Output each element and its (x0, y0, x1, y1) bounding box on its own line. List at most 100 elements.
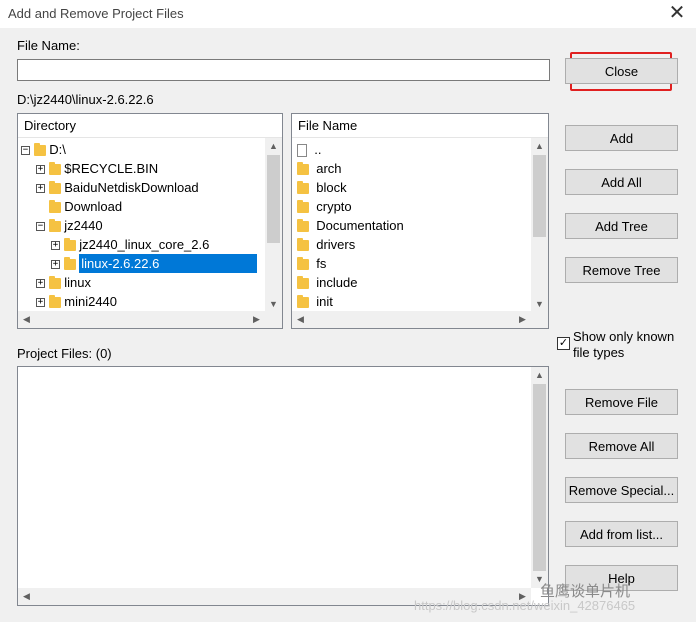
folder-icon (297, 238, 309, 252)
file-list-item-label: Documentation (316, 218, 404, 233)
scroll-left-icon[interactable]: ◀ (292, 311, 309, 328)
folder-icon (48, 219, 61, 233)
project-files-label: Project Files: (0) (17, 346, 112, 361)
directory-item-label: $RECYCLE.BIN (64, 161, 159, 176)
file-list-item-label: drivers (316, 237, 356, 252)
files-hscroll[interactable]: ◀ ▶ (292, 311, 548, 328)
scroll-right-icon[interactable]: ▶ (514, 311, 531, 328)
directory-item-label: linux (64, 275, 91, 290)
expand-icon[interactable]: + (36, 298, 45, 308)
files-vscroll[interactable]: ▲ ▼ (531, 138, 548, 313)
scroll-right-icon[interactable]: ▶ (248, 311, 265, 328)
folder-icon (297, 295, 309, 309)
scroll-up-icon[interactable]: ▲ (531, 138, 548, 155)
file-name-header[interactable]: File Name (292, 114, 548, 138)
folder-icon (297, 181, 309, 195)
directory-item-label: mini2440 (64, 294, 118, 309)
file-list-item[interactable]: Documentation (297, 216, 404, 235)
file-list-item[interactable]: arch (297, 159, 342, 178)
directory-item-label: jz2440 (64, 218, 103, 233)
scroll-thumb[interactable] (533, 384, 546, 571)
file-name-label: File Name: (17, 38, 80, 53)
show-known-checkbox[interactable]: ✓ (557, 337, 570, 350)
add-button[interactable]: Add (565, 125, 678, 151)
collapse-icon[interactable]: − (21, 146, 30, 156)
remove-file-button[interactable]: Remove File (565, 389, 678, 415)
directory-item-label: jz2440_linux_core_2.6 (79, 237, 210, 252)
project-files-vscroll[interactable]: ▲ ▼ (531, 367, 548, 588)
file-list-item[interactable]: drivers (297, 235, 355, 254)
file-list-item[interactable]: .. (297, 140, 321, 159)
folder-icon (297, 200, 309, 214)
file-list-item-label: fs (316, 256, 327, 271)
expand-icon[interactable]: + (36, 184, 45, 194)
remove-all-button[interactable]: Remove All (565, 433, 678, 459)
directory-item[interactable]: − D:\ (21, 140, 66, 159)
expand-icon[interactable]: + (36, 165, 45, 175)
directory-item-label: Download (64, 199, 123, 214)
window-title: Add and Remove Project Files (8, 6, 184, 21)
folder-icon (48, 162, 61, 176)
scroll-left-icon[interactable]: ◀ (18, 311, 35, 328)
directory-header[interactable]: Directory (18, 114, 282, 138)
remove-tree-button[interactable]: Remove Tree (565, 257, 678, 283)
collapse-icon[interactable]: − (36, 222, 45, 232)
file-list-item-label: include (316, 275, 358, 290)
scroll-thumb[interactable] (267, 155, 280, 243)
remove-special-button[interactable]: Remove Special... (565, 477, 678, 503)
file-list-item[interactable]: include (297, 273, 357, 292)
file-list-item-label: crypto (316, 199, 352, 214)
scroll-left-icon[interactable]: ◀ (18, 588, 35, 605)
project-files-list[interactable]: ▲ ▼ ◀ ▶ (17, 366, 549, 606)
directory-item[interactable]: − jz2440 (36, 216, 103, 235)
folder-icon (63, 238, 76, 252)
url-watermark: https://blog.csdn.net/weixin_42876465 (414, 598, 636, 613)
file-list-item[interactable]: block (297, 178, 347, 197)
file-list-item[interactable]: crypto (297, 197, 352, 216)
directory-item[interactable]: + linux (36, 273, 91, 292)
directory-item[interactable]: Download (36, 197, 122, 216)
show-known-label-line1: Show only known (573, 329, 675, 344)
file-name-input[interactable] (17, 59, 550, 81)
add-all-button[interactable]: Add All (565, 169, 678, 195)
folder-icon (33, 143, 46, 157)
file-list-item[interactable]: fs (297, 254, 326, 273)
directory-item[interactable]: + linux-2.6.22.6 (51, 254, 258, 273)
directory-tree[interactable]: Directory − D:\ + $RECYCLE.BIN + BaiduNetd… (17, 113, 283, 329)
file-list-item-label: block (316, 180, 347, 195)
directory-item[interactable]: + BaiduNetdiskDownload (36, 178, 199, 197)
directory-item-label: linux-2.6.22.6 (79, 254, 258, 273)
scroll-thumb[interactable] (533, 155, 546, 237)
folder-icon (297, 276, 309, 290)
folder-icon (48, 200, 61, 214)
directory-header-label: Directory (24, 118, 77, 133)
expand-icon[interactable]: + (51, 260, 60, 270)
directory-hscroll[interactable]: ◀ ▶ (18, 311, 282, 328)
file-list-item[interactable]: init (297, 292, 333, 311)
show-known-label-line2: file types (573, 345, 625, 360)
show-known-label[interactable]: Show only known file types (573, 329, 674, 361)
file-list[interactable]: File Name .. arch block crypto Documenta… (291, 113, 549, 329)
add-tree-button[interactable]: Add Tree (565, 213, 678, 239)
directory-item-label: D:\ (49, 142, 66, 157)
directory-item[interactable]: + jz2440_linux_core_2.6 (51, 235, 209, 254)
close-icon[interactable]: ✕ (664, 2, 690, 24)
expand-icon[interactable]: + (51, 241, 60, 251)
add-from-list-button[interactable]: Add from list... (565, 521, 678, 547)
close-button[interactable]: Close (565, 58, 678, 84)
directory-vscroll[interactable]: ▲ ▼ (265, 138, 282, 313)
folder-icon (48, 295, 61, 309)
directory-item[interactable]: + mini2440 (36, 292, 117, 311)
folder-icon (63, 257, 76, 271)
file-list-item-label: arch (316, 161, 342, 176)
scroll-up-icon[interactable]: ▲ (531, 367, 548, 384)
expand-icon[interactable]: + (36, 279, 45, 289)
folder-icon (297, 162, 309, 176)
folder-icon (297, 219, 309, 233)
folder-icon (297, 257, 309, 271)
current-path: D:\jz2440\linux-2.6.22.6 (17, 92, 154, 107)
file-name-header-label: File Name (298, 118, 358, 133)
folder-icon (48, 276, 61, 290)
directory-item[interactable]: + $RECYCLE.BIN (36, 159, 158, 178)
scroll-up-icon[interactable]: ▲ (265, 138, 282, 155)
